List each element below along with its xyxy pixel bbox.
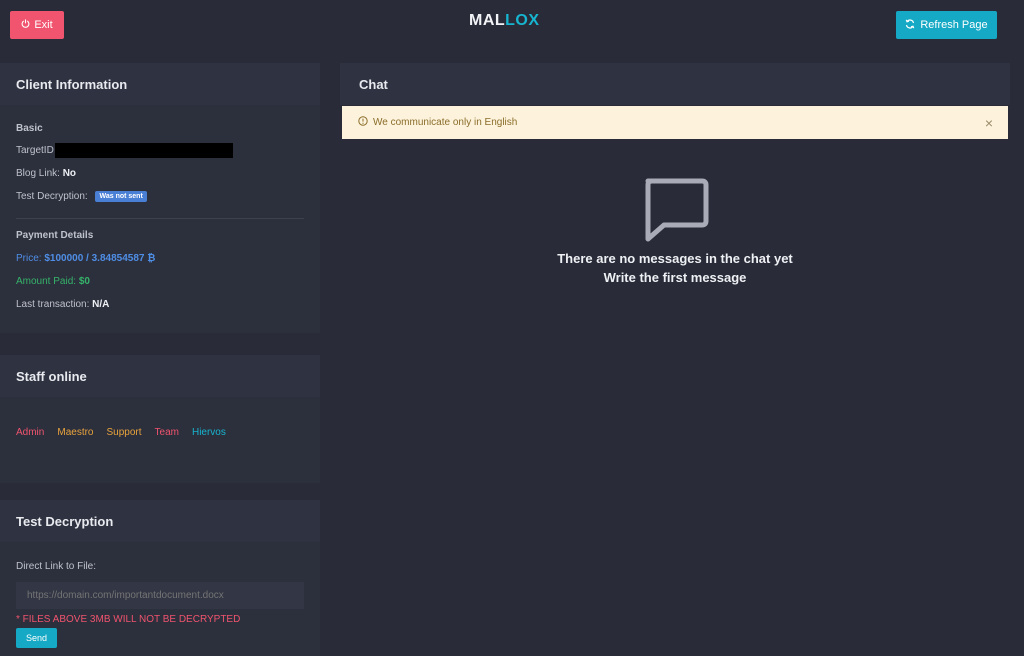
staff-member: Hiervos: [191, 427, 226, 438]
logo-accent: LOX: [505, 12, 540, 29]
blog-link-value: No: [62, 168, 77, 179]
amount-paid-value: $0: [78, 276, 90, 287]
direct-link-input[interactable]: [16, 582, 304, 609]
blog-link-row: Blog Link: No: [16, 168, 76, 179]
exit-label: Exit: [34, 19, 53, 31]
empty-chat-line-2: Write the first message: [603, 270, 747, 285]
last-transaction-value: N/A: [92, 299, 110, 310]
status-badge: Was not sent: [95, 191, 147, 202]
last-transaction-label: Last transaction:: [16, 299, 90, 310]
logo-main: MAL: [469, 12, 506, 29]
language-notice: We communicate only in English ×: [342, 106, 1008, 139]
empty-chat-message: There are no messages in the chat yet Wr…: [340, 249, 1010, 287]
basic-title: Basic: [16, 123, 43, 134]
send-button[interactable]: Send: [16, 628, 57, 648]
staff-member: Maestro: [57, 427, 94, 438]
direct-link-label: Direct Link to File:: [16, 561, 97, 572]
target-id-label: TargetID: [16, 145, 54, 157]
notice-text: We communicate only in English: [373, 117, 518, 128]
info-icon: [358, 116, 368, 129]
test-decryption-label: Test Decryption:: [16, 191, 88, 203]
client-information-title: Client Information: [0, 63, 320, 105]
price-label: Price:: [16, 253, 42, 264]
target-id-row: TargetID: [16, 143, 233, 158]
test-decryption-row: Test Decryption: Was not sent: [16, 191, 147, 202]
price-row: Price: $100000 / 3.84854587 ₿: [16, 253, 155, 264]
refresh-page-button[interactable]: Refresh Page: [896, 11, 997, 39]
amount-paid-row: Amount Paid: $0: [16, 276, 90, 287]
payment-details-title: Payment Details: [16, 230, 94, 241]
staff-member: Admin: [16, 427, 45, 438]
exit-button[interactable]: Exit: [10, 11, 64, 39]
staff-member: Support: [106, 427, 142, 438]
power-icon: [21, 19, 30, 31]
chat-bubble-icon: [640, 175, 710, 250]
staff-member: Team: [154, 427, 179, 438]
staff-online-card: Staff online Admin Maestro Support Team …: [0, 355, 320, 483]
staff-online-title: Staff online: [0, 355, 320, 397]
client-information-card: Client Information Basic TargetID Blog L…: [0, 63, 320, 333]
refresh-label: Refresh Page: [920, 19, 988, 31]
test-decryption-title: Test Decryption: [0, 500, 320, 542]
app-logo: MALLOX: [469, 12, 540, 30]
blog-link-label: Blog Link:: [16, 168, 60, 179]
file-size-warning: * FILES ABOVE 3MB WILL NOT BE DECRYPTED: [16, 614, 241, 625]
last-transaction-row: Last transaction: N/A: [16, 299, 109, 310]
top-bar: Exit MALLOX Refresh Page: [0, 0, 1024, 52]
chat-title: Chat: [340, 63, 1010, 105]
divider: [16, 218, 304, 219]
refresh-icon: [905, 19, 915, 32]
test-decryption-card: Test Decryption Direct Link to File: * F…: [0, 500, 320, 656]
target-id-redacted: [54, 143, 233, 158]
price-value: $100000 / 3.84854587 ₿: [44, 253, 156, 264]
close-icon[interactable]: ×: [985, 115, 993, 131]
empty-chat-line-1: There are no messages in the chat yet: [557, 251, 793, 266]
amount-paid-label: Amount Paid:: [16, 276, 77, 287]
staff-list: Admin Maestro Support Team Hiervos: [16, 427, 226, 438]
chat-panel: Chat We communicate only in English × Th…: [340, 63, 1010, 656]
